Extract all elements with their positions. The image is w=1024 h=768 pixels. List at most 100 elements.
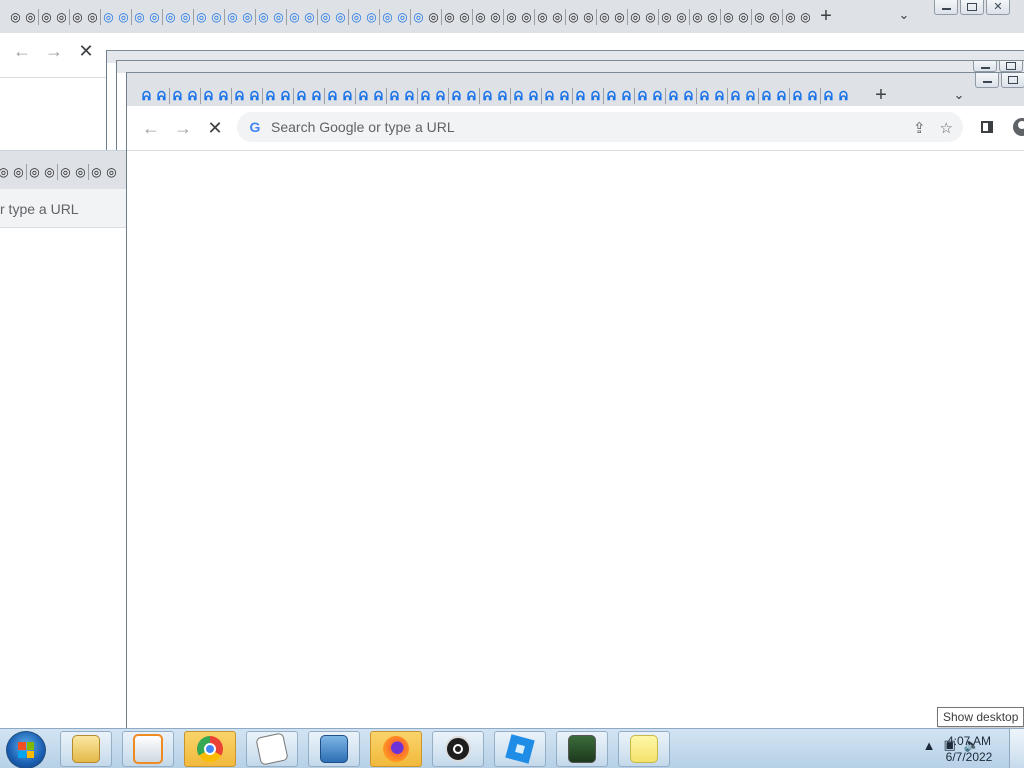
new-tab-button[interactable]: + (871, 85, 891, 105)
tab-loading-icon[interactable]: ᕱ (402, 87, 417, 105)
tab-loading-icon[interactable]: ᕱ (480, 87, 495, 105)
restore-button[interactable] (960, 0, 984, 15)
tab-loading-icon[interactable]: ◎ (705, 8, 720, 26)
tab-loading-icon[interactable]: ᕱ (325, 87, 340, 105)
close-button[interactable]: ✕ (986, 0, 1010, 15)
taskbar-solitaire[interactable] (246, 731, 298, 767)
taskbar-task-manager[interactable] (556, 731, 608, 767)
tab-loading-icon[interactable]: ◎ (302, 8, 317, 26)
forward-button[interactable]: → (44, 41, 64, 61)
tab-loading-icon[interactable]: ◎ (488, 8, 503, 26)
tab-loading-icon[interactable]: ◎ (85, 8, 100, 26)
tab-loading-icon[interactable]: ᕱ (309, 87, 324, 105)
minimize-button[interactable] (934, 0, 958, 15)
tab-favicon-strip[interactable]: ◎ ◎ ◎ ◎ ◎ ◎ ◎ ◎ ◎ ◎ ◎ ◎ ◎ ◎ ◎ ◎ ◎ ◎ ◎ ◎ ◎ ◎ ◎ ◎ ◎ ◎ ◎ ◎ ◎ ◎ ◎ ◎ ◎ ◎ ◎ ◎ ◎ ◎ ◎ ◎… (8, 8, 813, 26)
stop-button[interactable]: ✕ (76, 41, 96, 61)
tab-loading-icon[interactable]: ◎ (0, 163, 11, 181)
stop-button[interactable]: ✕ (205, 118, 225, 138)
tab-loading-icon[interactable]: ᕱ (387, 87, 402, 105)
tab-loading-icon[interactable]: ◎ (783, 8, 798, 26)
tab-loading-icon[interactable]: ᕱ (805, 87, 820, 105)
tab-loading-icon[interactable]: ᕱ (371, 87, 386, 105)
tab-loading-icon[interactable]: ◎ (643, 8, 658, 26)
tab-loading-icon[interactable]: ᕱ (232, 87, 247, 105)
tab-loading-icon[interactable]: ᕱ (821, 87, 836, 105)
tab-loading-icon[interactable]: ◎ (240, 8, 255, 26)
tab-loading-icon[interactable]: ᕱ (743, 87, 758, 105)
new-tab-button[interactable]: + (816, 6, 836, 26)
tab-loading-icon[interactable]: ᕱ (526, 87, 541, 105)
tab-loading-icon[interactable]: ◎ (752, 8, 767, 26)
tab-loading-icon[interactable]: ᕱ (449, 87, 464, 105)
tab-loading-icon[interactable]: ᕱ (728, 87, 743, 105)
tab-loading-icon[interactable]: ◎ (209, 8, 224, 26)
show-desktop-button[interactable] (1009, 729, 1024, 768)
tab-loading-icon[interactable]: ᕱ (247, 87, 262, 105)
tab-loading-icon[interactable]: ◎ (612, 8, 627, 26)
tab-loading-icon[interactable]: ᕱ (836, 87, 851, 105)
tab-loading-icon[interactable]: ◎ (178, 8, 193, 26)
tab-loading-icon[interactable]: ◎ (411, 8, 426, 26)
tab-loading-icon[interactable]: ◎ (535, 8, 550, 26)
tab-loading-icon[interactable]: ◎ (271, 8, 286, 26)
tab-loading-icon[interactable]: ◎ (132, 8, 147, 26)
tab-loading-icon[interactable]: ᕱ (495, 87, 510, 105)
tab-loading-icon[interactable]: ◎ (380, 8, 395, 26)
tab-loading-icon[interactable]: ᕱ (201, 87, 216, 105)
tab-loading-icon[interactable]: ◎ (690, 8, 705, 26)
tab-loading-icon[interactable]: ᕱ (216, 87, 231, 105)
tab-loading-icon[interactable]: ᕱ (263, 87, 278, 105)
tab-loading-icon[interactable]: ᕱ (588, 87, 603, 105)
tab-loading-icon[interactable]: ◎ (54, 8, 69, 26)
taskbar-chrome[interactable] (184, 731, 236, 767)
tab-loading-icon[interactable]: ᕱ (774, 87, 789, 105)
taskbar-media-player[interactable] (122, 731, 174, 767)
taskbar-file-explorer[interactable] (60, 731, 112, 767)
tab-loading-icon[interactable]: ◎ (225, 8, 240, 26)
tab-loading-icon[interactable]: ᕱ (666, 87, 681, 105)
tab-favicon-strip[interactable]: ◎◎◎◎◎◎◎◎ (0, 163, 119, 181)
share-icon[interactable]: ⇪ (913, 119, 926, 137)
tab-loading-icon[interactable]: ᕱ (170, 87, 185, 105)
tab-loading-icon[interactable]: ᕱ (573, 87, 588, 105)
tab-loading-icon[interactable]: ᕱ (340, 87, 355, 105)
tab-loading-icon[interactable]: ◎ (70, 8, 85, 26)
profile-button[interactable] (1013, 118, 1024, 136)
tab-loading-icon[interactable]: ᕱ (759, 87, 774, 105)
tab-loading-icon[interactable]: ◎ (581, 8, 596, 26)
back-button[interactable]: ← (141, 118, 161, 138)
tab-loading-icon[interactable]: ◎ (504, 8, 519, 26)
tab-loading-icon[interactable]: ◎ (27, 163, 42, 181)
tab-loading-icon[interactable]: ◎ (395, 8, 410, 26)
taskbar-sticky-notes[interactable] (618, 731, 670, 767)
restore-button[interactable] (1001, 73, 1024, 88)
tab-loading-icon[interactable]: ◎ (597, 8, 612, 26)
back-button[interactable]: ← (12, 41, 32, 61)
omnibox-text[interactable]: r type a URL (0, 201, 79, 217)
tab-loading-icon[interactable]: ◎ (659, 8, 674, 26)
tab-loading-icon[interactable]: ◎ (674, 8, 689, 26)
tab-loading-icon[interactable]: ᕱ (790, 87, 805, 105)
tab-loading-icon[interactable]: ◎ (721, 8, 736, 26)
tab-loading-icon[interactable]: ◎ (256, 8, 271, 26)
tab-loading-icon[interactable]: ᕱ (604, 87, 619, 105)
taskbar-firefox[interactable] (370, 731, 422, 767)
tab-loading-icon[interactable]: ◎ (11, 163, 26, 181)
side-panel-button[interactable] (981, 118, 999, 136)
tab-loading-icon[interactable]: ᕱ (433, 87, 448, 105)
tab-loading-icon[interactable]: ᕱ (650, 87, 665, 105)
omnibox[interactable]: G Search Google or type a URL ⇪ ☆ (237, 112, 963, 142)
tab-loading-icon[interactable]: ◎ (101, 8, 116, 26)
forward-button[interactable]: → (173, 118, 193, 138)
tab-loading-icon[interactable]: ◎ (58, 163, 73, 181)
tab-search-button[interactable]: ⌄ (951, 87, 967, 103)
tab-loading-icon[interactable]: ᕱ (278, 87, 293, 105)
tab-loading-icon[interactable]: ᕱ (697, 87, 712, 105)
tab-loading-icon[interactable]: ◎ (23, 8, 38, 26)
tab-loading-icon[interactable]: ᕱ (464, 87, 479, 105)
tab-loading-icon[interactable]: ◎ (116, 8, 131, 26)
tab-loading-icon[interactable]: ◎ (39, 8, 54, 26)
tab-loading-icon[interactable]: ◎ (318, 8, 333, 26)
taskbar-roblox[interactable] (494, 731, 546, 767)
start-button[interactable] (6, 731, 46, 768)
